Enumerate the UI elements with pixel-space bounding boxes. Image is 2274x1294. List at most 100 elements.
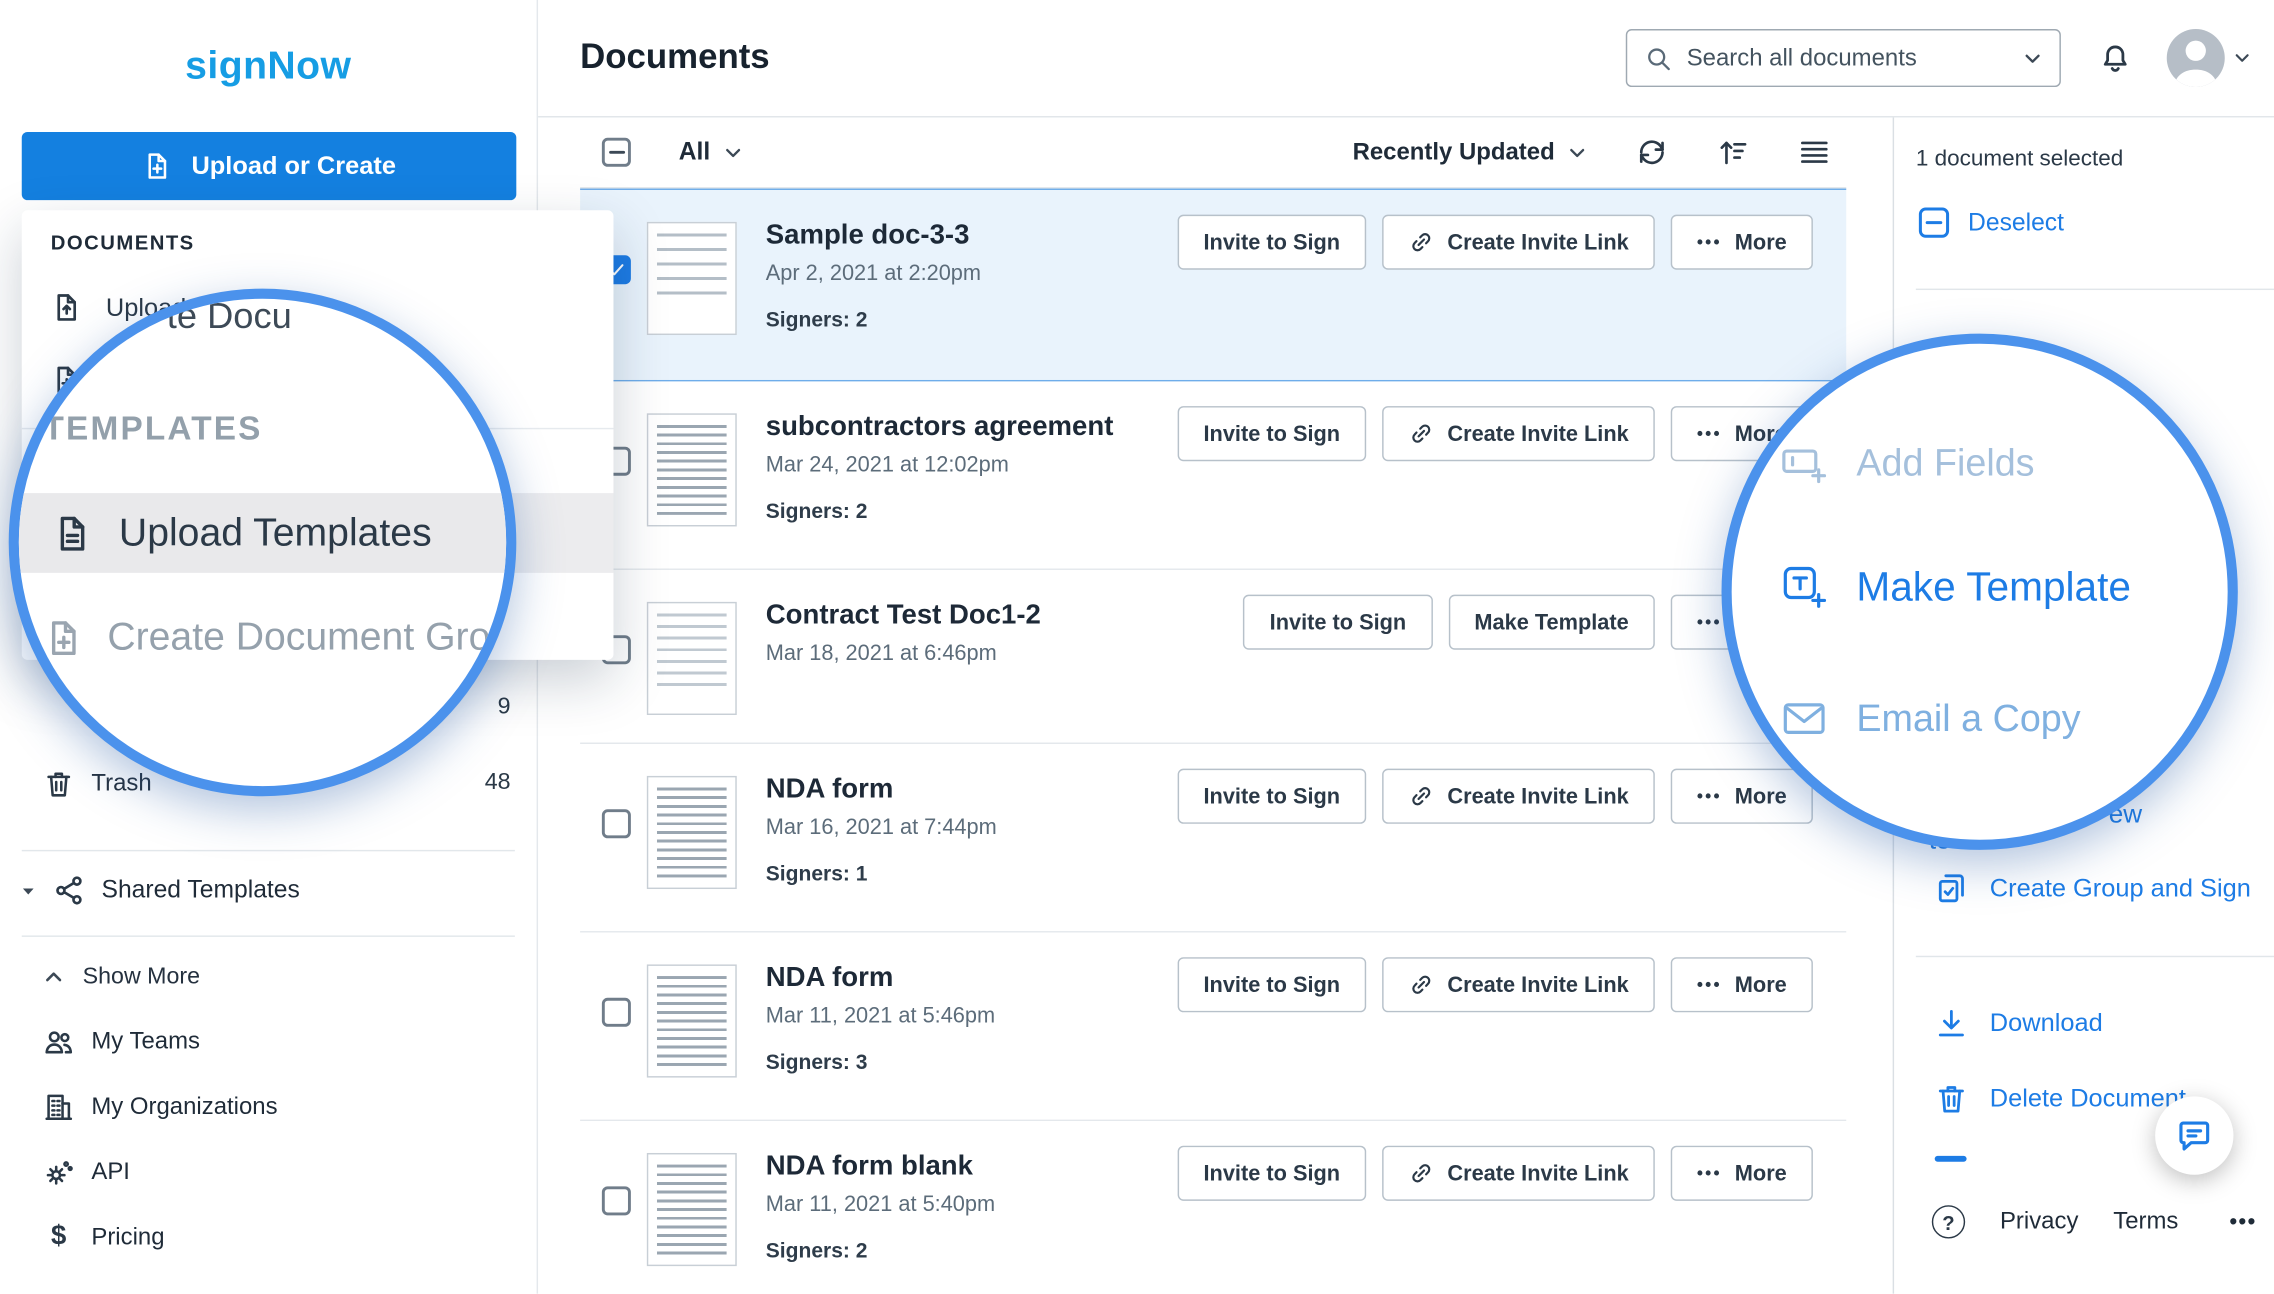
- sidebar-item-my-organizations[interactable]: My Organizations: [0, 1075, 537, 1139]
- invite-to-sign-button[interactable]: Invite to Sign: [1177, 957, 1366, 1012]
- sort-label: Recently Updated: [1353, 139, 1555, 167]
- download-icon: [1935, 1007, 1970, 1040]
- more-button[interactable]: •••More: [1671, 769, 1813, 824]
- create-invite-link-button[interactable]: Create Invite Link: [1382, 215, 1655, 270]
- document-row[interactable]: NDA form blank Mar 11, 2021 at 5:40pm Si…: [580, 1121, 1846, 1294]
- invite-to-sign-button[interactable]: Invite to Sign: [1177, 215, 1366, 270]
- magnifier-loupe-left: te Docu TEMPLATES Upload Templates Creat…: [9, 289, 517, 797]
- notifications-bell-icon[interactable]: [2099, 41, 2132, 74]
- invite-to-sign-button[interactable]: Invite to Sign: [1177, 1146, 1366, 1201]
- pricing-label: Pricing: [91, 1223, 164, 1251]
- chat-support-fab[interactable]: [2155, 1096, 2233, 1174]
- magnified-text-fragment: te Docu: [167, 296, 292, 338]
- chevron-up-icon: [44, 967, 64, 987]
- document-title[interactable]: subcontractors agreement: [766, 410, 1114, 445]
- ellipsis-icon: •••: [1697, 232, 1722, 252]
- refresh-icon[interactable]: [1636, 136, 1668, 168]
- row-checkbox[interactable]: [602, 1186, 631, 1215]
- indeterminate-mark: [608, 150, 624, 154]
- magnified-create-document-group-item[interactable]: Create Document Group: [44, 615, 517, 660]
- document-thumbnail[interactable]: [647, 776, 737, 889]
- show-more-toggle[interactable]: Show More: [0, 951, 537, 1003]
- user-avatar[interactable]: [2167, 29, 2225, 87]
- document-row[interactable]: NDA form Mar 11, 2021 at 5:46pm Signers:…: [580, 933, 1846, 1122]
- deselect-button[interactable]: Deselect: [1916, 204, 2064, 240]
- document-row[interactable]: Contract Test Doc1-2 Mar 18, 2021 at 6:4…: [580, 570, 1846, 744]
- invite-to-sign-button[interactable]: Invite to Sign: [1177, 406, 1366, 461]
- ellipsis-icon: •••: [1697, 786, 1722, 806]
- trash-icon: [1935, 1082, 1970, 1115]
- document-date: Mar 24, 2021 at 12:02pm: [766, 452, 1114, 477]
- invite-to-sign-button[interactable]: Invite to Sign: [1177, 769, 1366, 824]
- sidebar-item-api[interactable]: API: [0, 1140, 537, 1204]
- search-scope-caret-icon[interactable]: [2023, 49, 2042, 68]
- link-icon: [1408, 783, 1434, 809]
- document-signers: Signers: 2: [766, 1240, 995, 1263]
- make-template-action[interactable]: Make Template: [1781, 564, 2131, 610]
- search-box[interactable]: [1626, 29, 2061, 87]
- create-invite-link-button[interactable]: Create Invite Link: [1382, 769, 1655, 824]
- chevron-down-icon: [723, 143, 742, 162]
- document-signers: Signers: 2: [766, 309, 981, 332]
- sidebar-item-my-teams[interactable]: My Teams: [0, 1009, 537, 1073]
- shared-templates-label: Shared Templates: [102, 876, 300, 905]
- building-icon: [44, 1091, 74, 1121]
- document-thumbnail[interactable]: [647, 602, 737, 715]
- document-thumbnail[interactable]: [647, 413, 737, 526]
- create-invite-link-button[interactable]: Create Invite Link: [1382, 406, 1655, 461]
- sort-dropdown[interactable]: Recently Updated: [1353, 139, 1587, 167]
- document-thumbnail[interactable]: [647, 1153, 737, 1266]
- document-title[interactable]: NDA form: [766, 773, 997, 808]
- document-plus-icon: [142, 151, 172, 181]
- email-a-copy-action[interactable]: Email a Copy: [1781, 695, 2081, 741]
- create-invite-link-button[interactable]: Create Invite Link: [1382, 957, 1655, 1012]
- document-title[interactable]: Contract Test Doc1-2: [766, 599, 1041, 634]
- sidebar-item-shared-templates[interactable]: Shared Templates: [0, 859, 537, 923]
- document-row[interactable]: Sample doc-3-3 Apr 2, 2021 at 2:20pm Sig…: [580, 189, 1846, 382]
- document-row[interactable]: subcontractors agreement Mar 24, 2021 at…: [580, 381, 1846, 570]
- caret-down-icon[interactable]: [20, 883, 36, 899]
- more-button[interactable]: •••More: [1671, 957, 1813, 1012]
- ellipsis-icon: •••: [1697, 975, 1722, 995]
- upload-or-create-button[interactable]: Upload or Create: [22, 132, 517, 200]
- magnified-upload-templates-item[interactable]: Upload Templates: [9, 493, 517, 573]
- sort-order-icon[interactable]: [1717, 136, 1749, 168]
- document-title[interactable]: NDA form blank: [766, 1150, 995, 1185]
- document-title[interactable]: NDA form: [766, 962, 995, 997]
- row-checkbox[interactable]: [602, 809, 631, 838]
- create-group-and-sign-button[interactable]: Create Group and Sign: [1935, 872, 2251, 905]
- filter-dropdown[interactable]: All: [679, 138, 742, 167]
- download-button[interactable]: Download: [1935, 1007, 2103, 1040]
- api-label: API: [91, 1158, 130, 1186]
- more-button[interactable]: •••More: [1671, 215, 1813, 270]
- row-checkbox[interactable]: [602, 998, 631, 1027]
- row-density-icon[interactable]: [1798, 136, 1830, 168]
- menu-section-documents: DOCUMENTS: [51, 231, 195, 254]
- make-template-button[interactable]: Make Template: [1448, 595, 1655, 650]
- item-count: 9: [498, 695, 511, 721]
- invite-to-sign-button[interactable]: Invite to Sign: [1244, 595, 1433, 650]
- footer-overflow-menu[interactable]: •••: [2229, 1210, 2256, 1235]
- help-icon[interactable]: ?: [1932, 1205, 1965, 1238]
- select-all-checkbox[interactable]: [602, 138, 631, 167]
- delete-document-button[interactable]: Delete Document: [1935, 1082, 2186, 1115]
- document-row[interactable]: NDA form Mar 16, 2021 at 7:44pm Signers:…: [580, 744, 1846, 933]
- document-thumbnail[interactable]: [647, 222, 737, 335]
- list-toolbar: All Recently Updated: [580, 117, 1846, 188]
- sidebar-item-pricing[interactable]: $ Pricing: [0, 1205, 537, 1269]
- document-title[interactable]: Sample doc-3-3: [766, 219, 981, 254]
- more-button[interactable]: •••More: [1671, 1146, 1813, 1201]
- divider: [22, 850, 515, 851]
- document-signers: Signers: 3: [766, 1051, 995, 1074]
- document-date: Mar 11, 2021 at 5:40pm: [766, 1192, 995, 1217]
- magnified-templates-header: TEMPLATES: [44, 409, 263, 448]
- document-date: Mar 18, 2021 at 6:46pm: [766, 641, 1041, 666]
- document-thumbnail[interactable]: [647, 964, 737, 1077]
- search-input[interactable]: [1687, 44, 2009, 72]
- privacy-link[interactable]: Privacy: [2000, 1208, 2078, 1236]
- page-header: Documents: [538, 0, 2274, 117]
- create-invite-link-button[interactable]: Create Invite Link: [1382, 1146, 1655, 1201]
- add-fields-action[interactable]: Add Fields: [1781, 439, 2035, 485]
- account-caret-icon[interactable]: [2233, 49, 2250, 66]
- terms-link[interactable]: Terms: [2113, 1208, 2178, 1236]
